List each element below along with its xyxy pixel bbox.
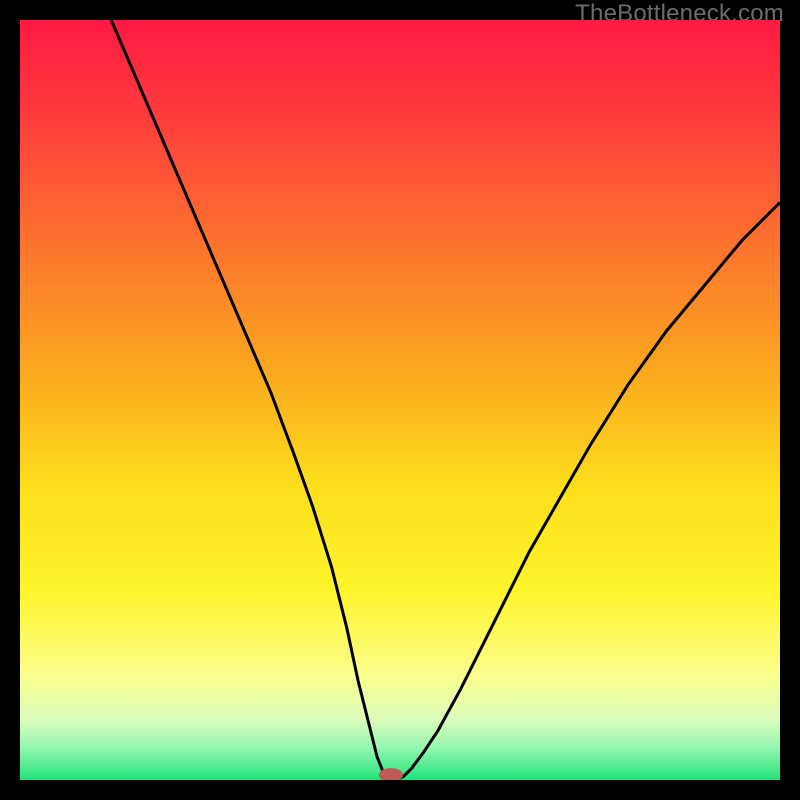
- gradient-background: [20, 20, 780, 780]
- chart-frame: TheBottleneck.com: [0, 0, 800, 800]
- bottleneck-chart: [20, 20, 780, 780]
